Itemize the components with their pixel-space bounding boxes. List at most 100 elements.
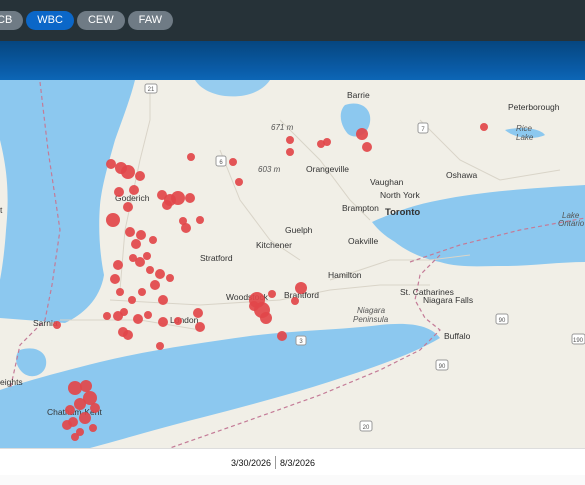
trap-marker[interactable] <box>195 322 205 332</box>
label-elev1: 671 m <box>271 123 294 132</box>
label-niagara: Niagara <box>357 306 386 315</box>
trap-marker[interactable] <box>150 280 160 290</box>
trap-marker[interactable] <box>123 330 133 340</box>
trap-marker[interactable] <box>174 317 182 325</box>
trap-marker[interactable] <box>156 342 164 350</box>
trap-marker[interactable] <box>129 254 137 262</box>
trap-marker[interactable] <box>71 433 79 441</box>
trap-marker[interactable] <box>123 202 133 212</box>
trap-marker[interactable] <box>103 312 111 320</box>
label-oakville: Oakville <box>348 236 379 246</box>
trap-marker[interactable] <box>53 321 61 329</box>
hwy90-label: 90 <box>499 318 506 324</box>
label-peterborough: Peterborough <box>508 102 560 112</box>
header-banner <box>0 41 585 80</box>
trap-marker[interactable] <box>90 403 100 413</box>
hwy21-label: 21 <box>148 87 155 93</box>
trap-marker[interactable] <box>65 405 75 415</box>
trap-marker[interactable] <box>129 185 139 195</box>
trap-marker[interactable] <box>80 380 92 392</box>
label-heights: eights <box>0 377 23 387</box>
hwy90b-label: 90 <box>439 364 446 370</box>
trap-marker[interactable] <box>249 301 259 311</box>
label-kitchener: Kitchener <box>256 240 292 250</box>
trap-marker[interactable] <box>149 236 157 244</box>
trap-marker[interactable] <box>113 260 123 270</box>
trap-marker[interactable] <box>181 223 191 233</box>
trap-marker[interactable] <box>121 165 135 179</box>
label-hamilton: Hamilton <box>328 270 362 280</box>
trap-marker[interactable] <box>114 187 124 197</box>
trap-marker[interactable] <box>62 420 72 430</box>
trap-marker[interactable] <box>155 269 165 279</box>
trap-marker[interactable] <box>480 123 488 131</box>
label-guelph: Guelph <box>285 225 313 235</box>
label-barrie: Barrie <box>347 90 370 100</box>
label-oshawa: Oshawa <box>446 170 477 180</box>
trap-marker[interactable] <box>362 142 372 152</box>
label-ontario: Ontario <box>558 219 585 228</box>
tab-cew[interactable]: CEW <box>76 11 125 30</box>
label-brampton: Brampton <box>342 203 379 213</box>
trap-marker[interactable] <box>260 312 272 324</box>
label-niagara-falls: Niagara Falls <box>423 295 473 305</box>
trap-marker[interactable] <box>187 153 195 161</box>
trap-marker[interactable] <box>323 138 331 146</box>
trap-marker[interactable] <box>185 193 195 203</box>
label-peninsula: Peninsula <box>353 315 389 324</box>
trap-marker[interactable] <box>79 412 91 424</box>
start-date[interactable]: 3/30/2026 <box>231 458 271 468</box>
trap-marker[interactable] <box>138 288 146 296</box>
trap-marker[interactable] <box>120 308 128 316</box>
trap-marker[interactable] <box>158 317 168 327</box>
trap-marker[interactable] <box>235 178 243 186</box>
trap-marker[interactable] <box>162 200 172 210</box>
trap-marker[interactable] <box>135 171 145 181</box>
trap-marker[interactable] <box>277 331 287 341</box>
trap-marker[interactable] <box>128 296 136 304</box>
trap-marker[interactable] <box>295 282 307 294</box>
date-range-bar: 3/30/2026 8/3/2026 <box>0 448 585 476</box>
hwy190-label: 190 <box>573 338 584 344</box>
end-date[interactable]: 8/3/2026 <box>280 458 315 468</box>
trap-map[interactable]: 21 7 6 3 90 190 20 90 Barrie Peterboroug… <box>0 80 585 448</box>
tab-faw[interactable]: FAW <box>127 11 174 30</box>
map-canvas[interactable]: 21 7 6 3 90 190 20 90 Barrie Peterboroug… <box>0 80 585 448</box>
label-vaughan: Vaughan <box>370 177 404 187</box>
trap-marker[interactable] <box>74 398 86 410</box>
trap-marker[interactable] <box>136 230 146 240</box>
tab-cb[interactable]: CB <box>0 11 24 30</box>
trap-marker[interactable] <box>166 274 174 282</box>
top-toolbar: CB WBC CEW FAW <box>0 0 585 41</box>
trap-marker[interactable] <box>131 239 141 249</box>
trap-marker[interactable] <box>268 290 276 298</box>
trap-marker[interactable] <box>286 148 294 156</box>
trap-marker[interactable] <box>229 158 237 166</box>
label-rice: Rice <box>516 124 533 133</box>
trap-marker[interactable] <box>106 159 116 169</box>
trap-marker[interactable] <box>116 288 124 296</box>
trap-marker[interactable] <box>106 213 120 227</box>
trap-marker[interactable] <box>110 274 120 284</box>
trap-marker[interactable] <box>133 314 143 324</box>
date-separator <box>275 456 276 469</box>
trap-marker[interactable] <box>286 136 294 144</box>
trap-marker[interactable] <box>291 297 299 305</box>
trap-marker[interactable] <box>356 128 368 140</box>
label-elev2: 603 m <box>258 165 281 174</box>
trap-marker[interactable] <box>146 266 154 274</box>
trap-marker[interactable] <box>68 381 82 395</box>
label-north-york: North York <box>380 190 420 200</box>
trap-marker[interactable] <box>89 424 97 432</box>
trap-marker[interactable] <box>158 295 168 305</box>
label-rice-lake: Lake <box>516 133 534 142</box>
trap-marker[interactable] <box>125 227 135 237</box>
label-stratford: Stratford <box>200 253 233 263</box>
trap-marker[interactable] <box>144 311 152 319</box>
trap-marker[interactable] <box>193 308 203 318</box>
tab-wbc[interactable]: WBC <box>26 11 74 30</box>
trap-marker[interactable] <box>171 191 185 205</box>
trap-marker[interactable] <box>196 216 204 224</box>
trap-marker[interactable] <box>143 252 151 260</box>
label-toronto: Toronto <box>385 207 420 218</box>
